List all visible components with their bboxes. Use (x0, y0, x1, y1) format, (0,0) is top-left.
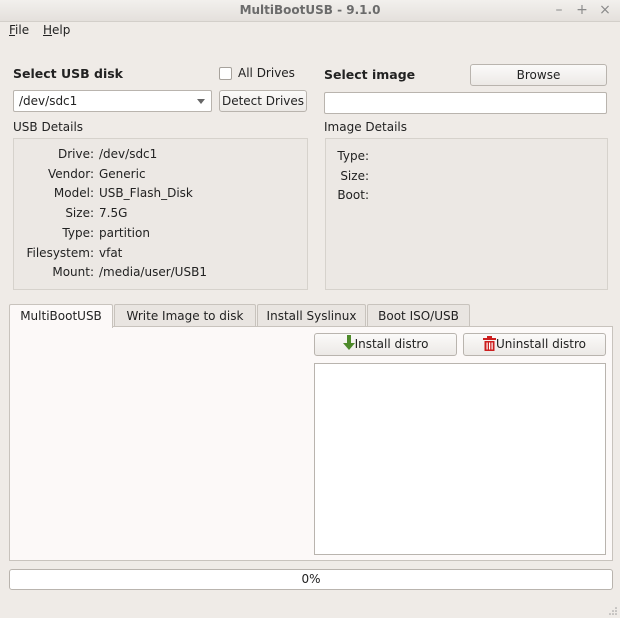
usb-details-heading: USB Details (13, 120, 84, 134)
usb-disk-select-value: /dev/sdc1 (19, 94, 78, 108)
image-path-input[interactable] (324, 92, 607, 114)
detail-value: /dev/sdc1 (99, 147, 158, 161)
detail-value: USB_Flash_Disk (99, 186, 193, 200)
tab-multibootusb[interactable]: MultiBootUSB (9, 304, 113, 328)
menu-file[interactable]: File (9, 23, 29, 37)
select-usb-heading: Select USB disk (13, 66, 123, 81)
usb-details-group: Drive: /dev/sdc1 Vendor: Generic Model: … (13, 138, 308, 290)
uninstall-distro-button[interactable]: Uninstall distro (463, 333, 606, 356)
window-title: MultiBootUSB - 9.1.0 (239, 3, 381, 17)
all-drives-label: All Drives (238, 66, 295, 80)
detail-key: Type: (337, 149, 369, 163)
chevron-down-icon (197, 99, 205, 104)
detail-value: Generic (99, 167, 146, 181)
detail-key: Mount: (52, 265, 94, 279)
detail-key: Drive: (57, 147, 94, 161)
select-image-heading: Select image (324, 67, 416, 82)
tab-write-image[interactable]: Write Image to disk (114, 304, 256, 327)
detail-key: Size: (340, 169, 369, 183)
progress-label: 0% (301, 572, 321, 586)
detail-key: Size: (65, 206, 94, 220)
title-bar: MultiBootUSB - 9.1.0 – + × (0, 0, 620, 22)
trash-icon (482, 336, 496, 351)
progress-bar: 0% (9, 569, 613, 590)
detail-value: 7.5G (99, 206, 128, 220)
menu-bar: File Help (0, 22, 620, 40)
detail-value: /media/user/USB1 (99, 265, 207, 279)
arrow-down-icon (342, 335, 355, 350)
minimize-button[interactable]: – (551, 2, 567, 18)
detail-value: partition (99, 226, 150, 240)
menu-help-mnemonic: H (43, 23, 53, 37)
image-details-heading: Image Details (324, 120, 407, 134)
all-drives-checkbox[interactable] (219, 67, 232, 80)
install-distro-label: Install distro (354, 337, 429, 351)
install-distro-button[interactable]: Install distro (314, 333, 457, 356)
browse-button[interactable]: Browse (470, 64, 607, 86)
detect-drives-button[interactable]: Detect Drives (219, 90, 307, 112)
detail-key: Filesystem: (26, 246, 94, 260)
image-details-group: Type: Size: Boot: (325, 138, 608, 290)
detail-key: Boot: (337, 188, 369, 202)
menu-help[interactable]: Help (43, 23, 70, 37)
maximize-button[interactable]: + (574, 2, 590, 18)
detail-key: Type: (62, 226, 94, 240)
installed-distro-list[interactable] (314, 363, 606, 555)
close-button[interactable]: × (597, 2, 613, 18)
tab-install-syslinux[interactable]: Install Syslinux (257, 304, 366, 327)
detail-value: vfat (99, 246, 123, 260)
uninstall-distro-label: Uninstall distro (495, 337, 587, 351)
resize-grip-icon[interactable] (608, 606, 618, 616)
menu-help-rest: elp (52, 23, 71, 37)
menu-file-rest: ile (15, 23, 30, 37)
detail-key: Model: (53, 186, 94, 200)
detail-key: Vendor: (48, 167, 94, 181)
tab-boot-iso-usb[interactable]: Boot ISO/USB (367, 304, 470, 327)
usb-disk-select[interactable]: /dev/sdc1 (13, 90, 212, 112)
